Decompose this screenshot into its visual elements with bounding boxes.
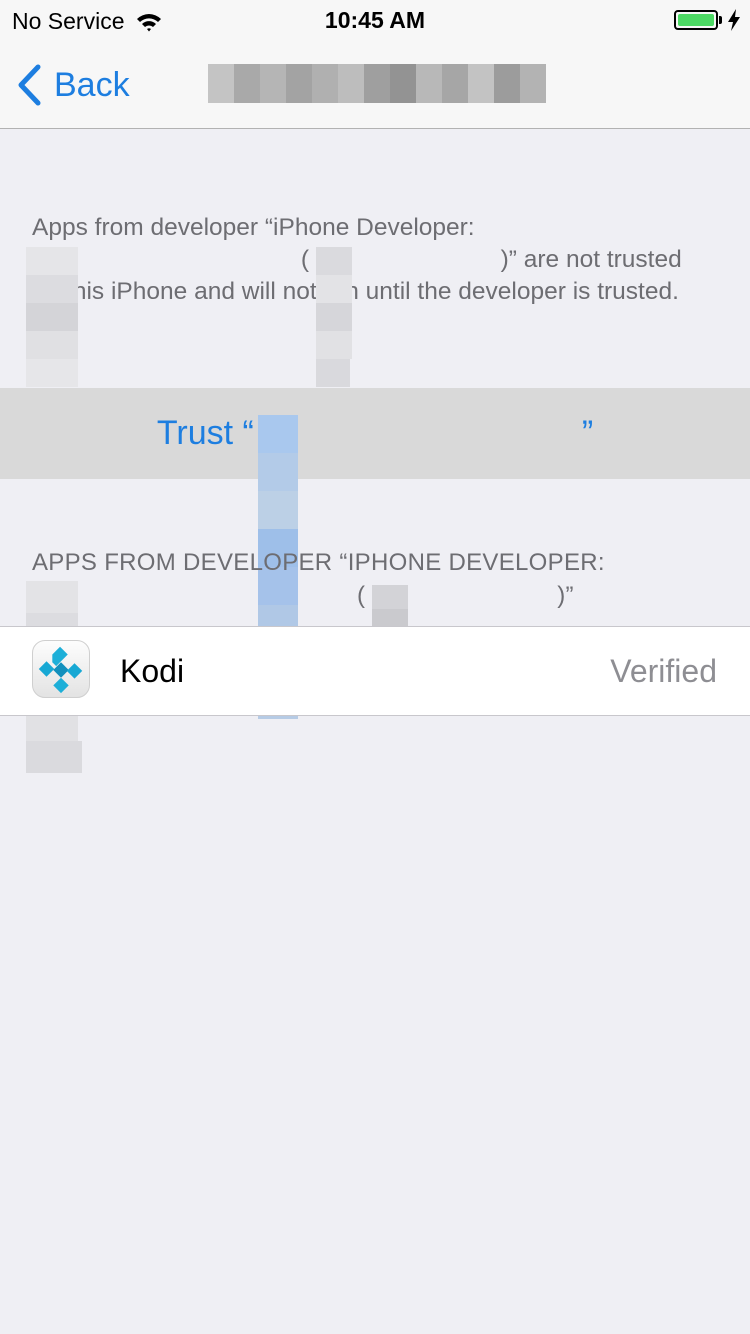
navigation-bar: Back xyxy=(0,40,750,129)
redacted-trust-name xyxy=(257,414,578,719)
back-button[interactable]: Back xyxy=(16,62,130,108)
trust-description: Apps from developer “iPhone Developer: (… xyxy=(26,212,722,387)
description-open-paren: ( xyxy=(300,246,309,273)
redacted-section-developer-id xyxy=(372,584,550,705)
apps-section-header: APPS FROM DEVELOPER “IPHONE DEVELOPER: (… xyxy=(26,546,722,773)
battery-icon xyxy=(674,10,718,30)
app-verified-status: Verified xyxy=(610,653,717,689)
description-rest: on this iPhone and will not run until th… xyxy=(32,278,679,305)
section-header-line-1: APPS FROM DEVELOPER “IPHONE DEVELOPER: xyxy=(32,549,605,576)
chevron-left-icon xyxy=(18,64,41,106)
redacted-developer-name xyxy=(26,246,286,387)
kodi-icon xyxy=(32,640,90,698)
app-name: Kodi xyxy=(120,653,185,689)
description-mid: )” are not trusted xyxy=(500,246,682,273)
battery-fill xyxy=(678,14,714,26)
redacted-title xyxy=(208,64,546,103)
battery-tip xyxy=(719,16,722,24)
description-line-2: ( )” are not trusted xyxy=(26,244,722,387)
section-close: )” xyxy=(557,582,574,609)
trust-prefix: Trust “ xyxy=(156,414,254,452)
status-time: 10:45 AM xyxy=(324,7,426,33)
back-label: Back xyxy=(54,65,130,104)
redacted-developer-id xyxy=(315,246,494,387)
status-bar: No Service 10:45 AM xyxy=(0,0,750,40)
kodi-logo-icon xyxy=(38,646,83,694)
trust-suffix: ” xyxy=(581,414,594,452)
section-open-paren: ( xyxy=(356,582,366,609)
redacted-section-developer-name xyxy=(26,580,342,773)
charging-bolt-icon xyxy=(728,9,740,31)
section-header-line-2: ( )” xyxy=(26,579,722,773)
app-row-kodi[interactable]: Kodi Verified xyxy=(0,626,750,716)
description-line-1: Apps from developer “iPhone Developer: xyxy=(32,214,475,241)
trust-developer-button[interactable]: Trust “ ” xyxy=(0,388,750,719)
